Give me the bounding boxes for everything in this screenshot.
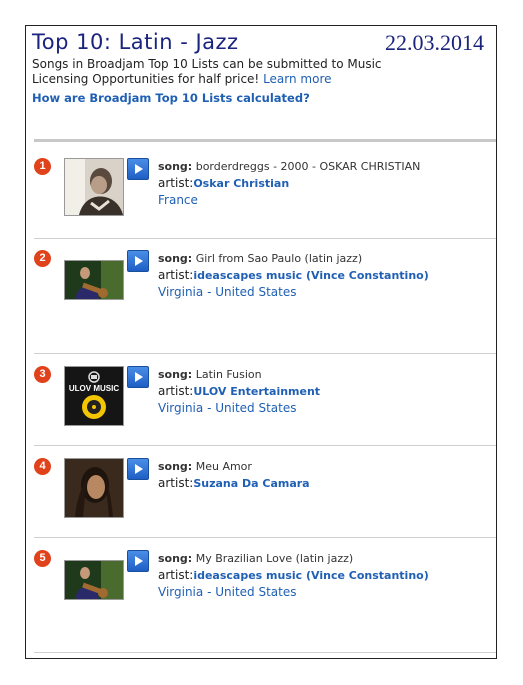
location-sep: - <box>203 585 216 599</box>
song-title[interactable]: Girl from Sao Paulo (latin jazz) <box>196 252 362 265</box>
artist-thumbnail[interactable] <box>64 158 124 216</box>
artist-link[interactable]: Suzana Da Camara <box>193 477 309 490</box>
play-button[interactable] <box>127 250 149 272</box>
song-label: song: <box>158 160 193 173</box>
artist-link[interactable]: Oskar Christian <box>193 177 289 190</box>
date-stamp: 22.03.2014 <box>385 30 484 55</box>
top10-panel: Top 10: Latin - Jazz 22.03.2014 Songs in… <box>25 25 497 659</box>
play-button[interactable] <box>127 458 149 480</box>
calc-link[interactable]: How are Broadjam Top 10 Lists calculated… <box>32 91 310 105</box>
location-link[interactable]: France <box>158 193 198 207</box>
artist-link[interactable]: ideascapes music (Vince Constantino) <box>193 269 428 282</box>
song-label: song: <box>158 368 193 381</box>
rank-badge: 5 <box>34 550 51 567</box>
play-button[interactable] <box>127 550 149 572</box>
track-info: song: borderdreggs - 2000 - OSKAR CHRIST… <box>158 158 420 209</box>
artist-link[interactable]: ideascapes music (Vince Constantino) <box>193 569 428 582</box>
rank-badge: 1 <box>34 158 51 175</box>
song-title[interactable]: Latin Fusion <box>196 368 262 381</box>
artist-link[interactable]: ULOV Entertainment <box>193 385 320 398</box>
artist-label: artist: <box>158 176 194 190</box>
artist-label: artist: <box>158 568 194 582</box>
row-divider <box>34 445 496 446</box>
divider <box>34 139 496 142</box>
location-country-link[interactable]: United States <box>215 401 296 415</box>
track-info: song: Latin Fusion artist:ULOV Entertain… <box>158 366 320 417</box>
track-info: song: My Brazilian Love (latin jazz) art… <box>158 550 429 601</box>
track-info: song: Meu Amor artist:Suzana Da Camara <box>158 458 310 492</box>
song-title[interactable]: Meu Amor <box>196 460 252 473</box>
artist-thumbnail[interactable] <box>64 260 124 300</box>
rank-badge: 3 <box>34 366 51 383</box>
location-region-link[interactable]: Virginia <box>158 585 203 599</box>
page-title: Top 10: Latin - Jazz <box>32 30 239 54</box>
artist-thumbnail[interactable]: ULOV MUSIC <box>64 366 124 426</box>
row-divider <box>34 652 496 653</box>
learn-more-link[interactable]: Learn more <box>263 72 331 86</box>
artist-label: artist: <box>158 384 194 398</box>
location-country-link[interactable]: United States <box>215 585 296 599</box>
logo-text: ULOV MUSIC <box>68 384 120 393</box>
track-info: song: Girl from Sao Paulo (latin jazz) a… <box>158 250 429 301</box>
artist-thumbnail[interactable] <box>64 560 124 600</box>
location-sep: - <box>203 285 216 299</box>
play-button[interactable] <box>127 158 149 180</box>
play-button[interactable] <box>127 366 149 388</box>
row-divider <box>34 353 496 354</box>
location-region-link[interactable]: Virginia <box>158 285 203 299</box>
song-label: song: <box>158 252 193 265</box>
rank-badge: 4 <box>34 458 51 475</box>
song-title[interactable]: My Brazilian Love (latin jazz) <box>196 552 353 565</box>
row-divider <box>34 537 496 538</box>
song-label: song: <box>158 460 193 473</box>
rank-badge: 2 <box>34 250 51 267</box>
location-country-link[interactable]: United States <box>215 285 296 299</box>
location-sep: - <box>203 401 216 415</box>
song-label: song: <box>158 552 193 565</box>
artist-label: artist: <box>158 476 194 490</box>
artist-label: artist: <box>158 268 194 282</box>
intro-text: Songs in Broadjam Top 10 Lists can be su… <box>32 57 392 87</box>
artist-thumbnail[interactable] <box>64 458 124 518</box>
location-region-link[interactable]: Virginia <box>158 401 203 415</box>
row-divider <box>34 238 496 239</box>
song-title[interactable]: borderdreggs - 2000 - OSKAR CHRISTIAN <box>196 160 421 173</box>
